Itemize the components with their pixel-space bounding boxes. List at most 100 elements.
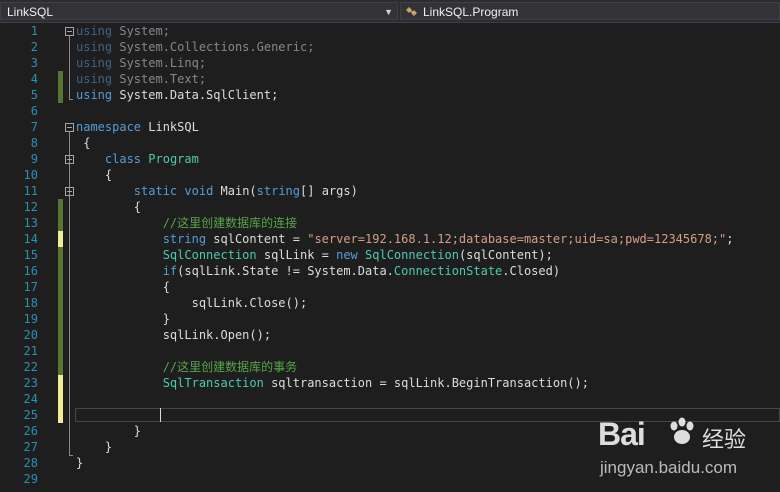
change-marker-saved (58, 327, 63, 343)
line-number: 21 (23, 344, 38, 358)
code-text: string sqlContent = "server=192.168.1.12… (162, 232, 734, 246)
line-number: 23 (23, 376, 38, 390)
change-marker-unsaved (58, 375, 63, 391)
project-dropdown[interactable]: LinkSQL ▼ (0, 2, 398, 20)
line-number: 14 (23, 232, 38, 246)
line-number: 16 (23, 264, 38, 278)
change-marker-unsaved (58, 391, 63, 407)
line-number: 29 (23, 472, 38, 486)
change-marker-saved (58, 247, 63, 263)
code-line: 21 (0, 343, 780, 359)
line-number: 22 (23, 360, 38, 374)
line-number: 4 (30, 72, 38, 86)
code-line: 15 SqlConnection sqlLink = new SqlConnec… (0, 247, 780, 263)
code-text: SqlConnection sqlLink = new SqlConnectio… (162, 248, 553, 262)
line-number: 6 (30, 104, 38, 118)
code-text: } (76, 312, 170, 326)
code-line: 1 using System; (0, 23, 780, 39)
code-text: //这里创建数据库的连接 (162, 216, 298, 230)
code-line: 12 { (0, 199, 780, 215)
change-marker-unsaved (58, 231, 63, 247)
code-text: using System; (76, 24, 170, 38)
code-line: 4 using System.Text; (0, 71, 780, 87)
code-text: class Program (104, 152, 199, 166)
watermark: Bai 经验 jingyan.baidu.com (588, 408, 773, 490)
code-line: 3 using System.Linq; (0, 55, 780, 71)
line-number: 15 (23, 248, 38, 262)
line-number: 19 (23, 312, 38, 326)
change-marker-saved (58, 87, 63, 103)
code-text: //这里创建数据库的事务 (162, 360, 298, 374)
code-line: 8 { (0, 135, 780, 151)
member-dropdown[interactable]: LinkSQL.Program (400, 2, 780, 20)
code-text: using System.Text; (76, 72, 207, 86)
line-number: 27 (23, 440, 38, 454)
code-line: 9 class Program (0, 151, 780, 167)
code-line: 7 namespace LinkSQL (0, 119, 780, 135)
code-line: 20 sqlLink.Open(); (0, 327, 780, 343)
line-number: 18 (23, 296, 38, 310)
code-line: 16 if(sqlLink.State != System.Data.Conne… (0, 263, 780, 279)
code-text: SqlTransaction sqltransaction = sqlLink.… (162, 376, 589, 390)
line-number: 3 (30, 56, 38, 70)
navigation-bar: LinkSQL ▼ LinkSQL.Program (0, 0, 780, 23)
code-text: sqlLink.Open(); (76, 328, 272, 342)
line-number: 20 (23, 328, 38, 342)
change-marker-saved (58, 343, 63, 359)
code-text: } (76, 456, 84, 470)
line-number: 1 (30, 24, 38, 38)
line-number: 25 (23, 408, 38, 422)
fold-collapse-icon[interactable] (65, 27, 74, 36)
line-number: 28 (23, 456, 38, 470)
change-marker-saved (58, 263, 63, 279)
code-text: using System.Collections.Generic; (76, 40, 315, 54)
member-name: LinkSQL.Program (423, 5, 519, 19)
code-line: 19 } (0, 311, 780, 327)
code-line: 6 (0, 103, 780, 119)
code-line: 14 string sqlContent = "server=192.168.1… (0, 231, 780, 247)
code-line: 24 (0, 391, 780, 407)
code-line: 22 //这里创建数据库的事务 (0, 359, 780, 375)
fold-collapse-icon[interactable] (65, 187, 74, 196)
line-number: 26 (23, 424, 38, 438)
code-line: 11 static void Main(string[] args) (0, 183, 780, 199)
code-text: using System.Linq; (76, 56, 207, 70)
baidu-paw-icon (670, 417, 694, 444)
code-text: } (76, 440, 113, 454)
change-marker-saved (58, 279, 63, 295)
line-number: 11 (23, 184, 38, 198)
fold-collapse-icon[interactable] (65, 123, 74, 132)
line-number: 24 (23, 392, 38, 406)
line-number: 9 (30, 152, 38, 166)
change-marker-saved (58, 295, 63, 311)
code-text: { (76, 200, 142, 214)
code-line: 17 { (0, 279, 780, 295)
code-line: 10 { (0, 167, 780, 183)
code-text: { (76, 168, 113, 182)
code-text: { (76, 136, 91, 150)
watermark-brand: Bai (598, 416, 646, 452)
fold-collapse-icon[interactable] (65, 155, 74, 164)
code-line: 23 SqlTransaction sqltransaction = sqlLi… (0, 375, 780, 391)
chevron-down-icon[interactable]: ▼ (384, 3, 393, 21)
line-number: 10 (23, 168, 38, 182)
change-marker-saved (58, 311, 63, 327)
change-marker-unsaved (58, 407, 63, 423)
watermark-suffix: 经验 (702, 428, 747, 453)
line-number: 13 (23, 216, 38, 230)
code-line: 13 //这里创建数据库的连接 (0, 215, 780, 231)
class-icon (406, 7, 417, 16)
code-text: sqlLink.Close(); (76, 296, 308, 310)
change-marker-saved (58, 359, 63, 375)
code-text: if(sqlLink.State != System.Data.Connecti… (162, 264, 561, 278)
code-line: 5 using System.Data.SqlClient; (0, 87, 780, 103)
code-line: 2 using System.Collections.Generic; (0, 39, 780, 55)
code-text: using System.Data.SqlClient; (76, 88, 279, 102)
line-number: 2 (30, 40, 38, 54)
line-number: 12 (23, 200, 38, 214)
code-text: } (76, 424, 142, 438)
code-line: 18 sqlLink.Close(); (0, 295, 780, 311)
line-number: 17 (23, 280, 38, 294)
line-number: 8 (30, 136, 38, 150)
change-marker-saved (58, 71, 63, 87)
